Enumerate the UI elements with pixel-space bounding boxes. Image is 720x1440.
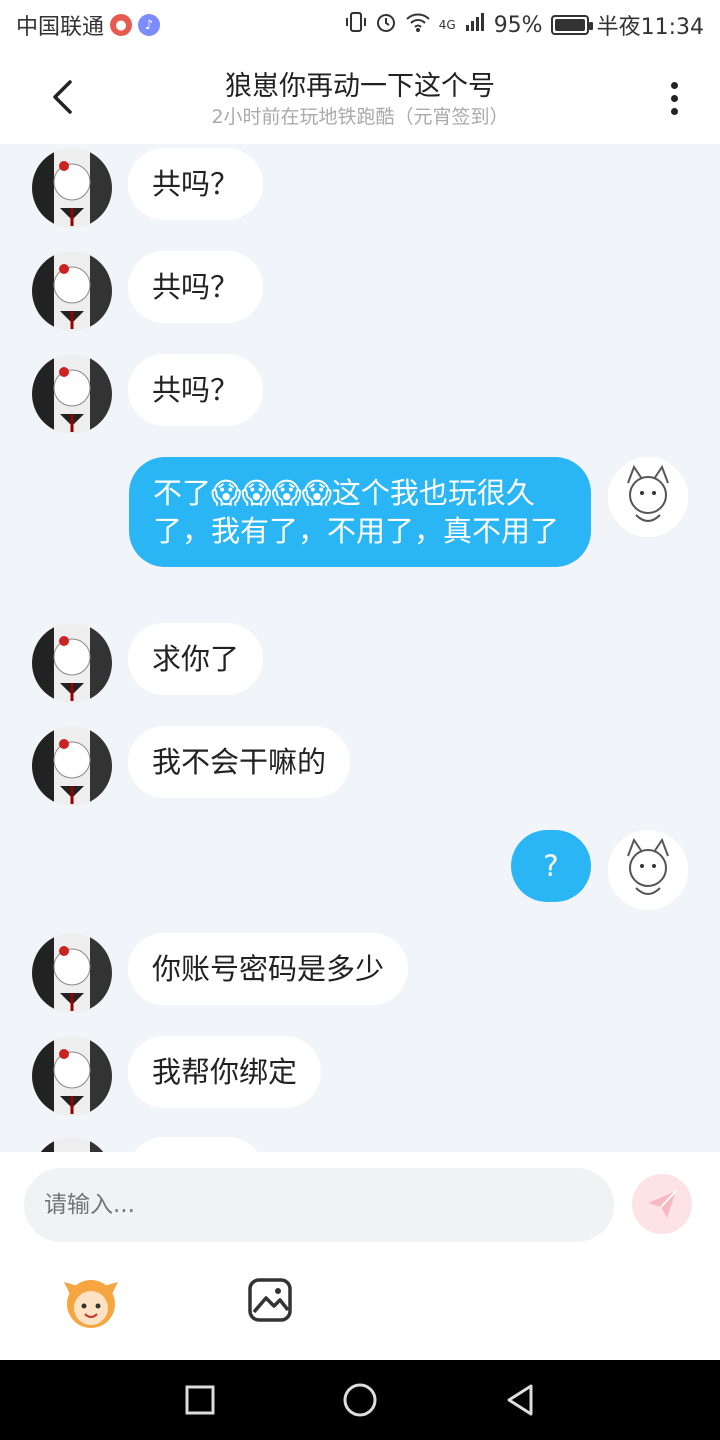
message-bubble: 你账号密码是多少 — [128, 933, 409, 1005]
message-incoming: 共吗？ — [32, 354, 264, 434]
avatar-contact[interactable] — [32, 148, 112, 228]
image-button[interactable] — [246, 1276, 294, 1324]
message-incoming: 我不会干嘛的 — [32, 726, 351, 806]
input-panel — [0, 1152, 720, 1360]
message-bubble: 我帮你绑定 — [128, 1036, 322, 1108]
notification-icon: ● — [110, 14, 133, 36]
chat-header: 狼崽你再动一下这个号 2小时前在玩地铁跑酷（元宵签到） — [0, 50, 720, 144]
status-bar: 中国联通 ● ♪ 4G 95% 半夜11:34 — [0, 0, 720, 50]
more-vertical-icon — [670, 81, 678, 89]
triangle-back-icon — [507, 1384, 533, 1416]
message-incoming: 我帮你绑定 — [32, 1036, 322, 1116]
circle-icon — [343, 1383, 377, 1417]
more-dot — [670, 94, 678, 102]
avatar-contact[interactable] — [32, 933, 112, 1013]
message-bubble-partial — [128, 1137, 264, 1152]
avatar-contact[interactable] — [32, 623, 112, 703]
more-dot — [670, 107, 678, 115]
music-icon: ♪ — [138, 14, 161, 36]
page-title: 狼崽你再动一下这个号 — [225, 71, 495, 102]
message-incoming: 共吗？ — [32, 148, 264, 228]
message-bubble: 不了😱😱😱😱这个我也玩很久了，我有了，不用了，真不用了 — [129, 457, 591, 567]
avatar-contact[interactable] — [32, 726, 112, 806]
message-bubble: 共吗？ — [128, 251, 264, 323]
message-bubble: 求你了 — [128, 623, 264, 695]
message-outgoing: 不了😱😱😱😱这个我也玩很久了，我有了，不用了，真不用了 — [129, 457, 688, 567]
battery-percent: 95% — [493, 12, 543, 38]
message-bubble: 共吗？ — [128, 354, 264, 426]
avatar-contact[interactable] — [32, 1137, 112, 1152]
home-button[interactable] — [340, 1380, 380, 1420]
avatar-self[interactable] — [608, 457, 688, 537]
avatar-self[interactable] — [608, 830, 688, 910]
chat-area[interactable]: 共吗？ 共吗？ 共吗？ 不了😱😱😱😱这个我也玩很久了，我有了，不用了，真不用了 … — [0, 144, 720, 1152]
send-icon — [648, 1190, 677, 1218]
page-subtitle: 2小时前在玩地铁跑酷（元宵签到） — [211, 106, 509, 128]
recents-button[interactable] — [180, 1380, 220, 1420]
signal-icon — [464, 11, 486, 39]
message-input[interactable] — [24, 1168, 614, 1242]
emoji-button[interactable] — [60, 1270, 122, 1332]
image-icon — [248, 1278, 292, 1322]
message-bubble: ? — [511, 830, 591, 902]
message-bubble: 共吗？ — [128, 148, 264, 220]
vibrate-icon — [345, 11, 367, 39]
alarm-icon — [375, 11, 397, 39]
message-bubble: 我不会干嘛的 — [128, 726, 351, 798]
message-incoming-partial — [32, 1137, 264, 1152]
battery-icon — [550, 15, 593, 35]
message-incoming: 你账号密码是多少 — [32, 933, 409, 1013]
avatar-contact[interactable] — [32, 1036, 112, 1116]
network-type: 4G — [438, 18, 456, 32]
square-icon — [185, 1385, 215, 1415]
message-outgoing: ? — [511, 830, 688, 910]
send-button[interactable] — [632, 1174, 692, 1234]
avatar-contact[interactable] — [32, 251, 112, 331]
more-button[interactable] — [654, 76, 694, 120]
message-incoming: 共吗？ — [32, 251, 264, 331]
system-nav-bar — [0, 1360, 720, 1440]
wifi-icon — [405, 11, 431, 39]
back-nav-button[interactable] — [500, 1380, 540, 1420]
avatar-contact[interactable] — [32, 354, 112, 434]
carrier-label: 中国联通 — [16, 15, 105, 40]
clock: 半夜11:34 — [596, 15, 704, 40]
emoji-icon — [64, 1280, 118, 1328]
message-incoming: 求你了 — [32, 623, 264, 703]
